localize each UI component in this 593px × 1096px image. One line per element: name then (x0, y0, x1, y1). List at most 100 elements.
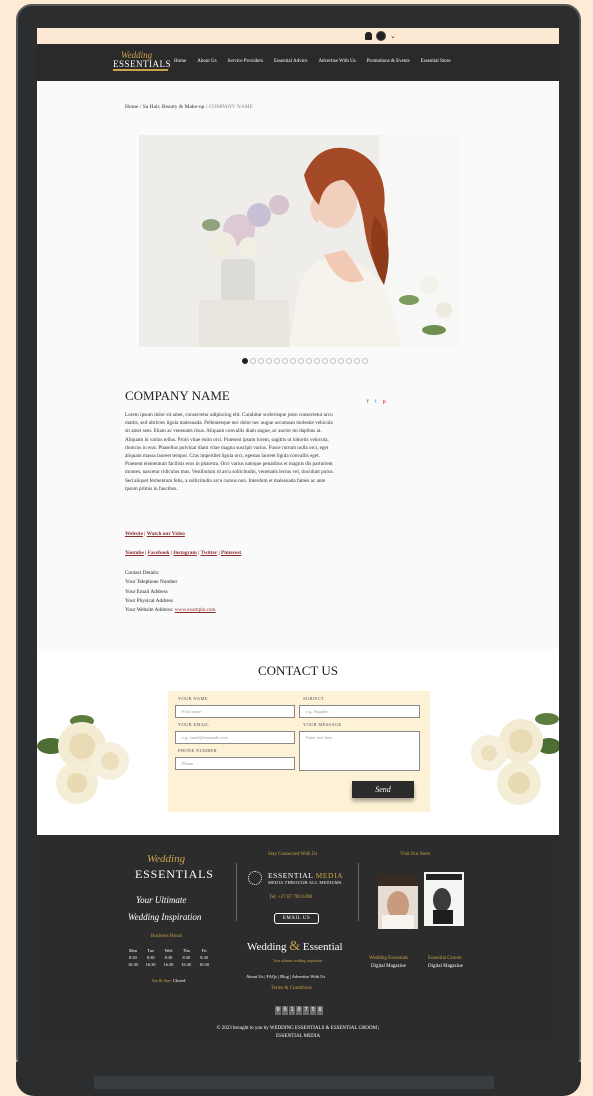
site-logo[interactable]: Wedding ESSENTIALS (113, 50, 171, 74)
subject-input[interactable]: e.g. Supplier (299, 705, 420, 718)
contact-form: YOUR NAME First name SUBJECT e.g. Suppli… (168, 691, 430, 812)
media-subtitle: MEDIA THROUGH ALL MEDIUMS (268, 880, 342, 885)
details-address: Your Physical Address (125, 597, 174, 604)
phone-label: PHONE NUMBER (178, 748, 217, 753)
counter-digit: 5 (310, 1006, 316, 1015)
slider-dot[interactable] (338, 358, 344, 364)
slider-dot[interactable] (306, 358, 312, 364)
footer-links[interactable]: About Us | FAQs | Blog | Advertise With … (246, 974, 325, 979)
brand-2: Essential (302, 941, 343, 953)
footer-telephone[interactable]: Tel: +27 87 700 6308 (269, 895, 312, 900)
media-name-1: ESSENTIAL (268, 871, 314, 880)
nav-essential-advice[interactable]: Essential Advice (274, 59, 307, 64)
slider-dot[interactable] (298, 358, 304, 364)
groom-magazine-cover[interactable] (424, 872, 464, 926)
email-input[interactable]: e.g. email@example.com (175, 731, 295, 744)
slider-dot[interactable] (290, 358, 296, 364)
pinterest-link[interactable]: Pinterest (221, 550, 241, 556)
slider-dot[interactable] (322, 358, 328, 364)
slider-dots (242, 358, 368, 364)
brand-amp: & (289, 939, 301, 954)
terms-link[interactable]: Terms & Conditions (271, 986, 312, 991)
bell-icon[interactable] (365, 32, 372, 40)
nav-promotions[interactable]: Promotions & Events (367, 59, 410, 64)
brand-logo[interactable]: Wedding & Essential (247, 939, 343, 955)
open-time: 8:30 (129, 955, 137, 960)
facebook-link[interactable]: Facebook (148, 550, 170, 556)
name-label: YOUR NAME (178, 696, 208, 701)
twitter-link[interactable]: Twitter (201, 550, 218, 556)
details-email: Your Email Address (125, 588, 168, 595)
hours-title: Business Hours (151, 934, 183, 939)
youtube-link[interactable]: Youtube (125, 550, 144, 556)
phone-input[interactable]: Phone (175, 757, 295, 770)
subject-label: SUBJECT (303, 696, 325, 701)
nav-store[interactable]: Essential Store (421, 59, 451, 64)
slider-dot[interactable] (266, 358, 272, 364)
close-time: 16:30 (199, 962, 209, 967)
copyright: © 2023 brought to you by WEDDING ESSENTI… (37, 1025, 559, 1041)
account-bar: ⌄ (37, 28, 559, 44)
hours-open-row: 8:30 8:30 8:30 8:30 8:30 (124, 954, 213, 961)
details-title: Contact Details: (125, 570, 160, 576)
hours-close-row: 16:30 16:30 16:30 16:30 16:30 (124, 961, 213, 968)
send-button[interactable]: Send (352, 781, 414, 798)
nav-advertise[interactable]: Advertise With Us (318, 59, 355, 64)
hours-days-row: Mon Tue Wed Thu Fri (124, 947, 213, 954)
hero-image[interactable] (139, 135, 460, 347)
contact-title: CONTACT US (258, 663, 338, 678)
slider-dot[interactable] (314, 358, 320, 364)
company-links: Website | Watch our Video (125, 531, 185, 537)
nav-home[interactable]: Home (174, 59, 186, 64)
mag1-subtitle: Digital Magazine (371, 964, 406, 969)
avatar[interactable] (376, 31, 386, 41)
slider-dot[interactable] (258, 358, 264, 364)
twitter-share-icon[interactable]: t (375, 399, 377, 405)
weekend-label: Sat & Sun: (152, 978, 172, 983)
details-website: Your Website Address: www.example.com (125, 606, 216, 615)
website-link[interactable]: Website (125, 531, 143, 537)
footer-tagline-1: Your Ultimate (136, 895, 187, 905)
email-us-button[interactable]: EMAIL US (274, 913, 319, 924)
nav-about-us[interactable]: About Us (197, 59, 216, 64)
media-name[interactable]: ESSENTIAL MEDIA (268, 871, 343, 880)
close-time: 16:30 (128, 962, 138, 967)
name-input[interactable]: First name (175, 705, 295, 718)
bride-photo (139, 135, 460, 347)
slider-dot[interactable] (330, 358, 336, 364)
footer-logo-word[interactable]: ESSENTIALS (135, 867, 214, 882)
slider-dot[interactable] (346, 358, 352, 364)
facebook-share-icon[interactable]: f (367, 399, 369, 405)
slider-dot[interactable] (274, 358, 280, 364)
breadcrumb: Home / Sa Hair, Beauty & Make-up / COMPA… (125, 104, 253, 110)
footer: Wedding ESSENTIALS Your Ultimate Wedding… (37, 835, 559, 1047)
open-time: 8:30 (146, 955, 155, 960)
slider-dot[interactable] (354, 358, 360, 364)
breadcrumb-current: COMPANY NAME (208, 104, 254, 110)
nav-service-providers[interactable]: Service Providers (228, 59, 263, 64)
open-time: 8:30 (200, 955, 208, 960)
chevron-down-icon[interactable]: ⌄ (390, 31, 396, 41)
slider-dot[interactable] (242, 358, 248, 364)
nav-menu: Home About Us Service Providers Essentia… (174, 59, 451, 64)
web-page: ⌄ Wedding ESSENTIALS Home About Us Servi… (37, 28, 559, 1047)
watch-video-link[interactable]: Watch our Video (147, 531, 185, 537)
mag2-title[interactable]: Essential Groom (428, 956, 461, 961)
close-time: 16:30 (163, 962, 174, 967)
counter-digit: 1 (289, 1006, 295, 1015)
social-links: Youtube | Facebook | Instagram | Twitter… (125, 550, 242, 556)
counter-digit: 8 (317, 1006, 323, 1015)
instagram-link[interactable]: Instagram (173, 550, 197, 556)
device-stand (94, 1076, 494, 1089)
breadcrumb-path[interactable]: Home / Sa Hair, Beauty & Make-up / (125, 104, 209, 110)
mag1-title[interactable]: Wedding Essentials (369, 956, 408, 961)
slider-dot[interactable] (250, 358, 256, 364)
details-phone: Your Telephone Number (125, 579, 178, 586)
slider-dot[interactable] (362, 358, 368, 364)
slider-dot[interactable] (282, 358, 288, 364)
details-website-url[interactable]: www.example.com (175, 607, 216, 613)
pinterest-share-icon[interactable]: p (383, 399, 386, 405)
visitor-counter: 0 0 1 0 7 5 8 (275, 1006, 323, 1015)
wedding-magazine-cover[interactable] (378, 875, 418, 929)
message-textarea[interactable]: Enter text here (299, 731, 420, 771)
